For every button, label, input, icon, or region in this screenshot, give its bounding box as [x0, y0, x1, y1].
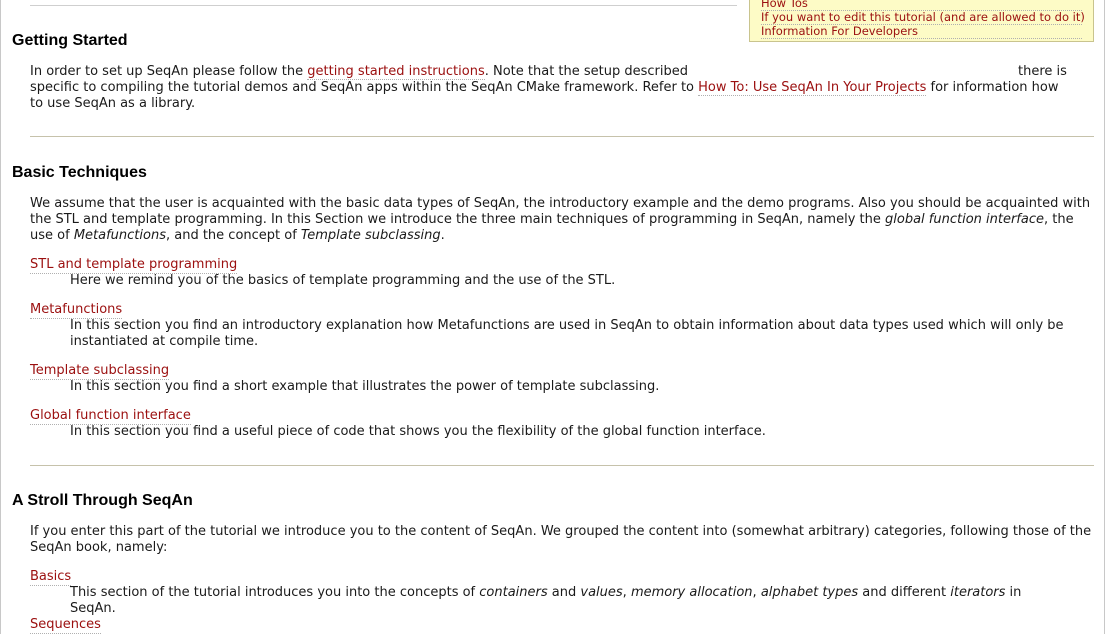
- getting-started-instructions-link[interactable]: getting started instructions: [307, 64, 485, 80]
- gs-text-1: In order to set up SeqAn please follow t…: [30, 64, 308, 79]
- basics-em-containers: containers: [479, 585, 548, 600]
- bt-intro-em-global: global function interface: [885, 212, 1044, 227]
- gs-text-2: . Note that the setup described: [484, 64, 689, 79]
- top-separator: [30, 5, 737, 6]
- basic-techniques-intro: We assume that the user is acquainted wi…: [30, 196, 1095, 244]
- getting-started-heading: Getting Started: [12, 32, 128, 49]
- metafunctions-link[interactable]: Metafunctions: [30, 302, 123, 319]
- sequences-link[interactable]: Sequences: [30, 617, 101, 634]
- bt-intro-em-metafunctions: Metafunctions: [73, 228, 166, 243]
- stl-template-desc: Here we remind you of the basics of temp…: [70, 273, 616, 288]
- section-separator: [30, 465, 1094, 466]
- section-separator: [30, 136, 1094, 137]
- bt-intro-text: , and the concept of: [165, 228, 301, 243]
- stroll-intro: If you enter this part of the tutorial w…: [30, 524, 1092, 555]
- basics-link[interactable]: Basics: [30, 569, 72, 586]
- template-subclassing-desc: In this section you find a short example…: [70, 379, 660, 394]
- stl-template-link[interactable]: STL and template programming: [30, 257, 238, 274]
- bt-intro-text: .: [440, 228, 445, 243]
- template-subclassing-link[interactable]: Template subclassing: [30, 363, 170, 380]
- toc-box: How Tos If you want to edit this tutoria…: [749, 0, 1094, 42]
- basics-em-alphabet: alphabet types: [760, 585, 859, 600]
- global-function-interface-desc: In this section you find a useful piece …: [70, 424, 766, 439]
- how-to-use-seqan-link[interactable]: How To: Use SeqAn In Your Projects: [698, 80, 927, 96]
- basics-text: This section of the tutorial introduces …: [70, 585, 480, 600]
- basics-desc: This section of the tutorial introduces …: [70, 585, 1070, 617]
- basics-text: ,: [752, 585, 761, 600]
- toc-link-edit-tutorial[interactable]: If you want to edit this tutorial (and a…: [761, 11, 1085, 25]
- getting-started-paragraph: In order to set up SeqAn please follow t…: [30, 64, 1074, 112]
- global-function-interface-link[interactable]: Global function interface: [30, 408, 191, 425]
- basics-text: ,: [622, 585, 631, 600]
- basics-text: and different: [858, 585, 951, 600]
- toc-link-developers[interactable]: Information For Developers: [761, 25, 1082, 39]
- basics-em-values: values: [580, 585, 623, 600]
- basics-em-iterators: iterators: [950, 585, 1006, 600]
- basic-techniques-heading: Basic Techniques: [12, 164, 147, 181]
- basics-text: and: [547, 585, 581, 600]
- metafunctions-desc: In this section you find an introductory…: [70, 318, 1064, 349]
- bt-intro-em-template: Template subclassing: [300, 228, 441, 243]
- basics-em-memory: memory allocation: [630, 585, 753, 600]
- stroll-heading: A Stroll Through SeqAn: [12, 492, 193, 509]
